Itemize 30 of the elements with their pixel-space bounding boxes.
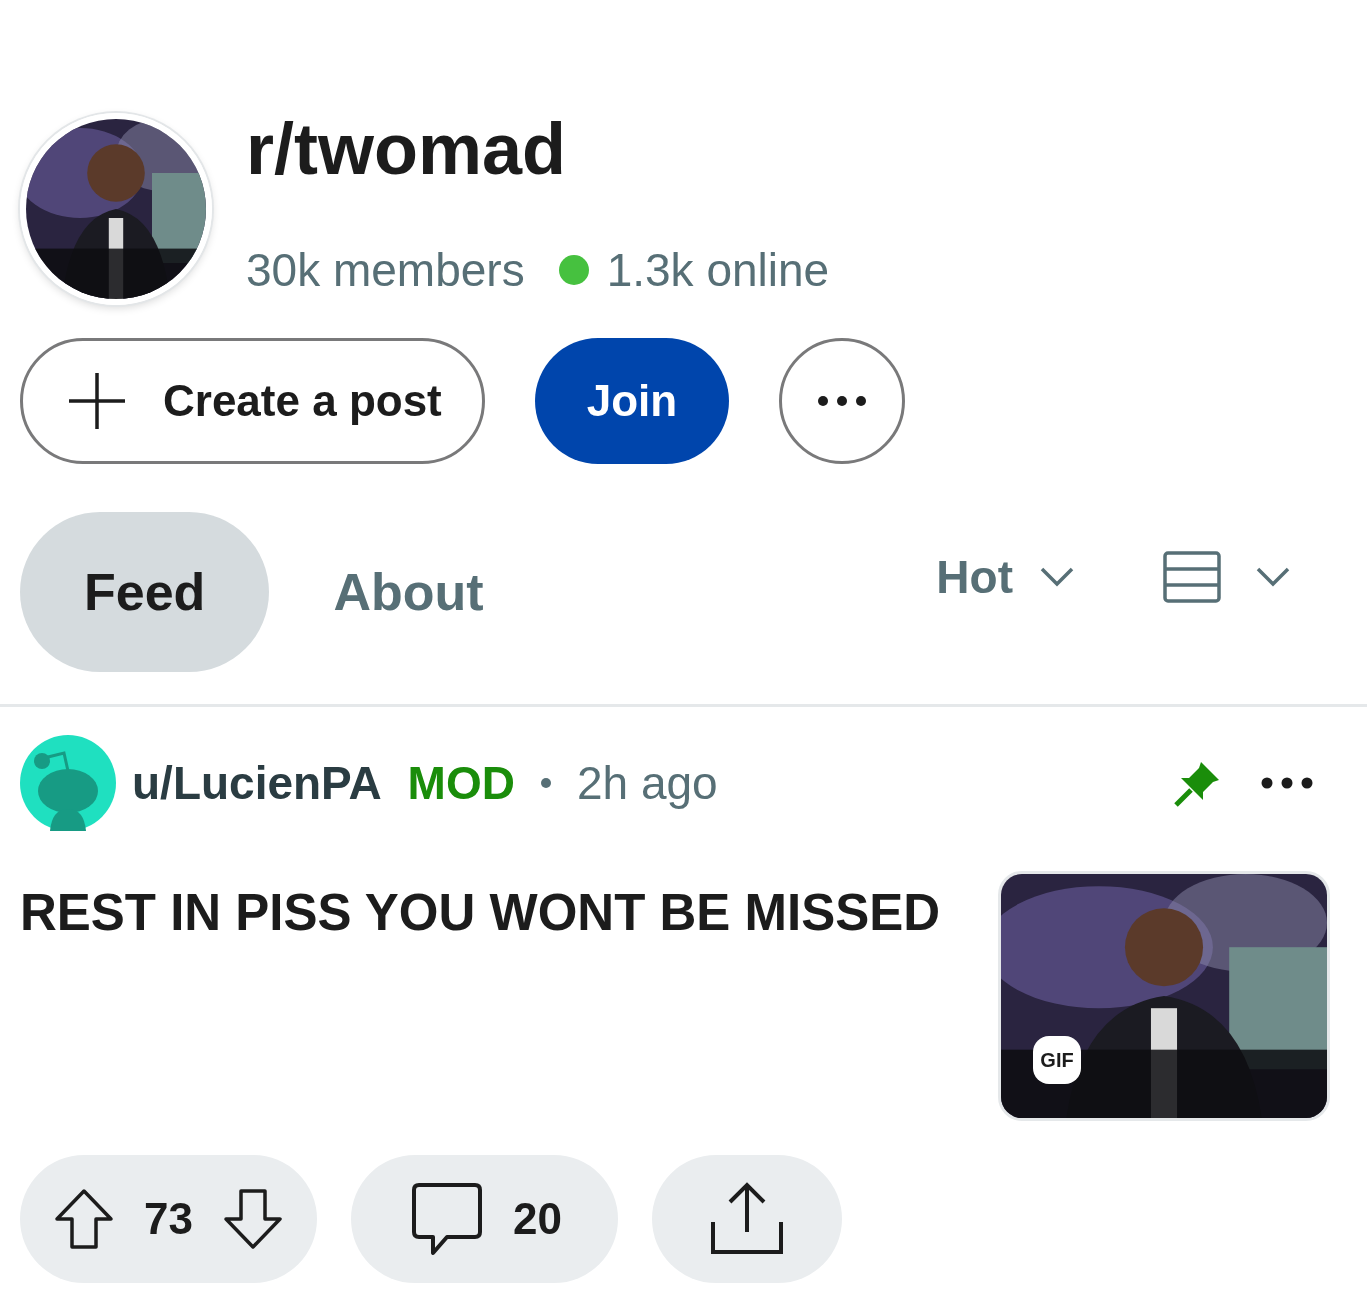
downvote-button[interactable] [222, 1188, 283, 1250]
more-icon [1261, 777, 1313, 789]
post-title[interactable]: REST IN PISS YOU WONT BE MISSED [20, 883, 978, 1121]
downvote-icon [222, 1188, 283, 1250]
feed-tab[interactable]: Feed [20, 512, 270, 672]
author-name[interactable]: u/LucienPA [132, 756, 382, 810]
chevron-down-icon [1039, 566, 1075, 588]
join-button[interactable]: Join [534, 338, 730, 464]
sort-dropdown[interactable]: Hot [936, 512, 1075, 642]
community-name: r/twomad [246, 113, 568, 185]
upvote-icon [54, 1188, 114, 1250]
comment-icon [410, 1182, 483, 1256]
upvote-button[interactable] [54, 1188, 114, 1250]
list-view-icon [1163, 551, 1221, 603]
vote-count: 73 [144, 1194, 193, 1244]
mod-flair: MOD [407, 756, 515, 810]
create-post-button[interactable]: Create a post [20, 338, 485, 464]
member-count: 30k members [246, 245, 525, 295]
share-icon [709, 1182, 784, 1256]
more-icon [817, 395, 868, 407]
online-count: 1.3k online [606, 245, 830, 295]
comments-button[interactable]: 20 [350, 1155, 618, 1283]
feed-tab[interactable]: About [269, 512, 548, 672]
separator-dot [540, 778, 551, 788]
user-avatar[interactable] [20, 735, 116, 831]
chevron-down-icon [1255, 566, 1291, 588]
post-time: 2h ago [576, 756, 718, 810]
online-dot [558, 255, 589, 285]
plus-icon [67, 371, 127, 431]
gif-badge: GIF [1033, 1036, 1081, 1084]
